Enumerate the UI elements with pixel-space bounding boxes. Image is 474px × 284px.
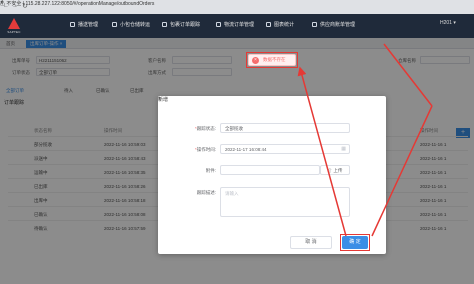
annotation-arrows — [297, 43, 433, 237]
annotation-line-top — [383, 43, 433, 107]
annotation-arrow-to-toast — [297, 66, 347, 237]
annotation-line-right — [371, 105, 433, 237]
